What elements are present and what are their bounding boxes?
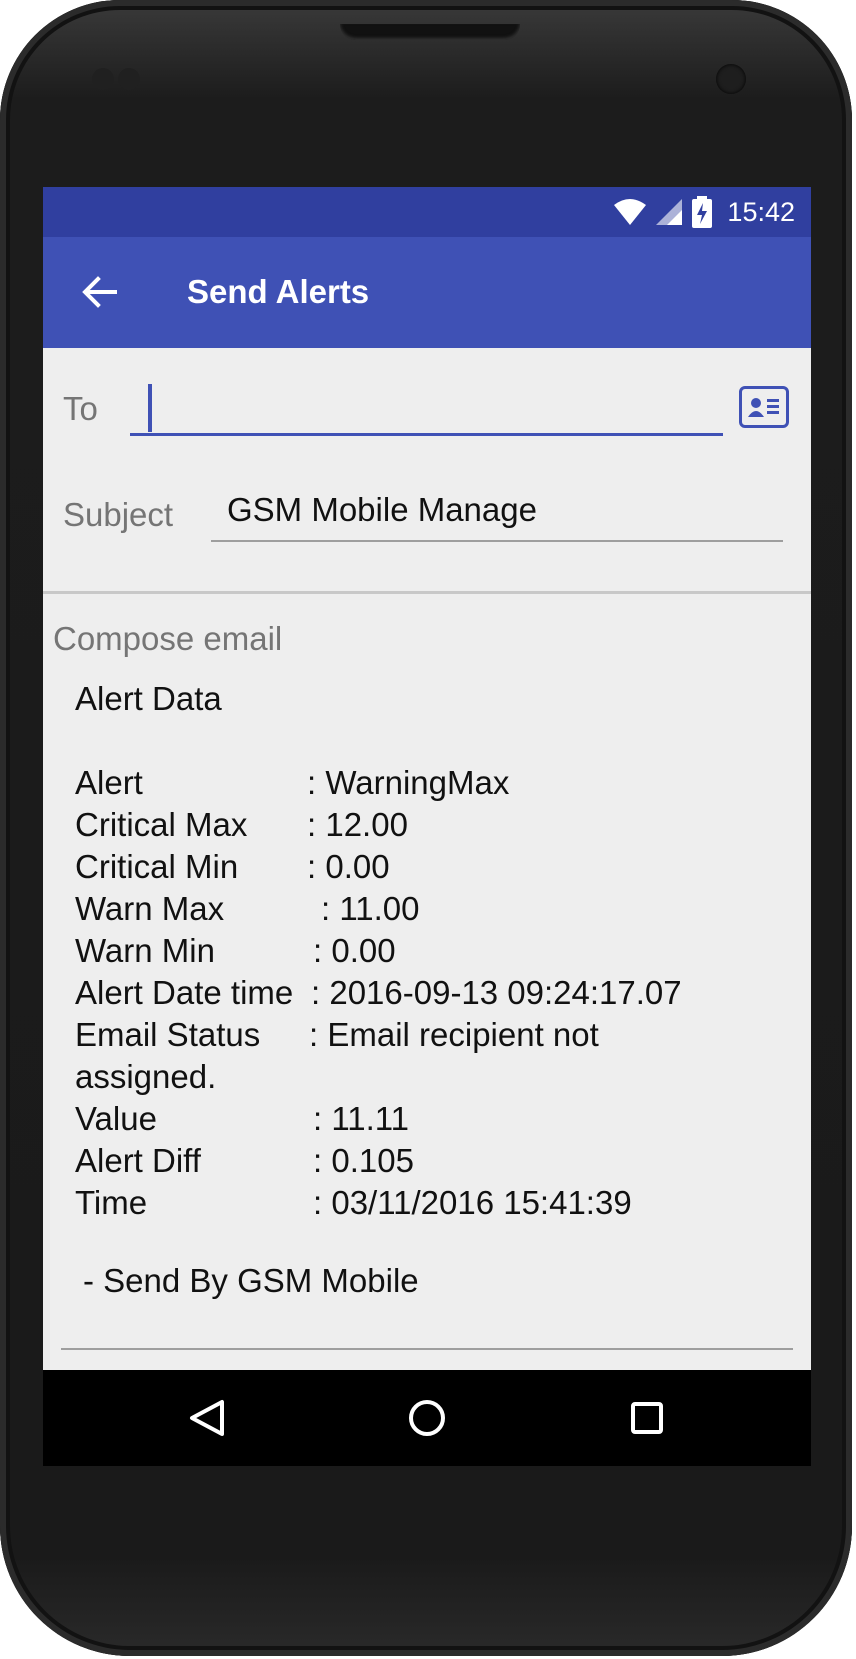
back-triangle-icon: [190, 1400, 224, 1436]
email-status-row: Email Status : Email recipient not assig…: [75, 1014, 775, 1098]
row-value: : 12.00: [307, 806, 408, 843]
row-value: : 0.00: [313, 932, 396, 969]
nav-home-button[interactable]: [399, 1390, 455, 1446]
row-key: Alert: [75, 764, 143, 801]
earpiece-speaker: [340, 24, 520, 40]
front-camera: [716, 64, 746, 94]
compose-email-label: Compose email: [53, 620, 283, 657]
body-underline: [61, 1348, 793, 1350]
text-cursor: [148, 384, 152, 432]
to-label: To: [63, 390, 98, 427]
row-value: : 0.105: [313, 1142, 414, 1179]
alert-diff-row: Alert Diff : 0.105: [75, 1140, 775, 1182]
email-signature: - Send By GSM Mobile: [83, 1262, 419, 1299]
contact-picker-button[interactable]: [739, 386, 789, 428]
row-value: : 0.00: [307, 848, 390, 885]
alert-data-heading: Alert Data: [75, 680, 222, 717]
status-time: 15:42: [727, 196, 795, 227]
row-key: Alert Diff: [75, 1142, 201, 1179]
compose-form: To Subject Compose email Alert Data: [43, 348, 811, 1370]
section-divider: [43, 591, 811, 594]
recents-square-icon: [631, 1402, 663, 1434]
critical-min-row: Critical Min : 0.00: [75, 846, 775, 888]
contact-card-icon: [748, 398, 779, 417]
battery-charging-icon: [692, 196, 713, 228]
home-circle-icon: [409, 1400, 445, 1436]
time-row: Time : 03/11/2016 15:41:39: [75, 1182, 775, 1224]
nav-back-button[interactable]: [179, 1390, 235, 1446]
value-row: Value : 11.11: [75, 1098, 775, 1140]
app-title: Send Alerts: [187, 273, 370, 310]
app-bar: Send Alerts: [43, 237, 811, 348]
row-value: : 2016-09-13 09:24:17.07: [311, 974, 682, 1011]
row-value-continuation: assigned.: [75, 1058, 217, 1095]
nav-recents-button[interactable]: [619, 1390, 675, 1446]
alert-date-time-row: Alert Date time : 2016-09-13 09:24:17.07: [75, 972, 775, 1014]
warn-max-row: Warn Max : 11.00: [75, 888, 775, 930]
row-value: : 11.11: [313, 1100, 410, 1137]
row-key: Warn Min: [75, 932, 215, 969]
warn-min-row: Warn Min : 0.00: [75, 930, 775, 972]
row-value: : WarningMax: [307, 764, 510, 801]
row-key: Email Status: [75, 1016, 261, 1053]
navigation-bar: [43, 1370, 811, 1466]
wifi-icon: [614, 199, 647, 225]
phone-frame: 15:42 Send Alerts To Subject GSM Mobile …: [0, 0, 852, 1656]
to-input[interactable]: [130, 378, 723, 436]
row-value: : 03/11/2016 15:41:39: [313, 1184, 632, 1221]
row-key: Warn Max: [75, 890, 225, 927]
row-value: : Email recipient not: [309, 1016, 599, 1053]
subject-input[interactable]: [211, 480, 783, 542]
critical-max-row: Critical Max : 12.00: [75, 804, 775, 846]
email-body[interactable]: Alert Data Alert : WarningMax Critical M…: [75, 678, 775, 1299]
sensor-dot: [92, 68, 114, 90]
row-key: Value: [75, 1100, 157, 1137]
row-key: Critical Max: [75, 806, 248, 843]
cell-signal-icon: [656, 199, 683, 225]
sensor-dot: [118, 68, 140, 90]
screen: 15:42 Send Alerts To Subject GSM Mobile …: [43, 187, 811, 1466]
row-key: Critical Min: [75, 848, 239, 885]
alert-row: Alert : WarningMax: [75, 762, 775, 804]
row-key: Alert Date time: [75, 974, 294, 1011]
subject-label: Subject: [63, 496, 174, 533]
back-button[interactable]: [73, 265, 127, 319]
arrow-back-icon: [82, 276, 117, 308]
status-bar: 15:42: [43, 187, 811, 237]
row-key: Time: [75, 1184, 148, 1221]
row-value: : 11.00: [321, 890, 420, 927]
